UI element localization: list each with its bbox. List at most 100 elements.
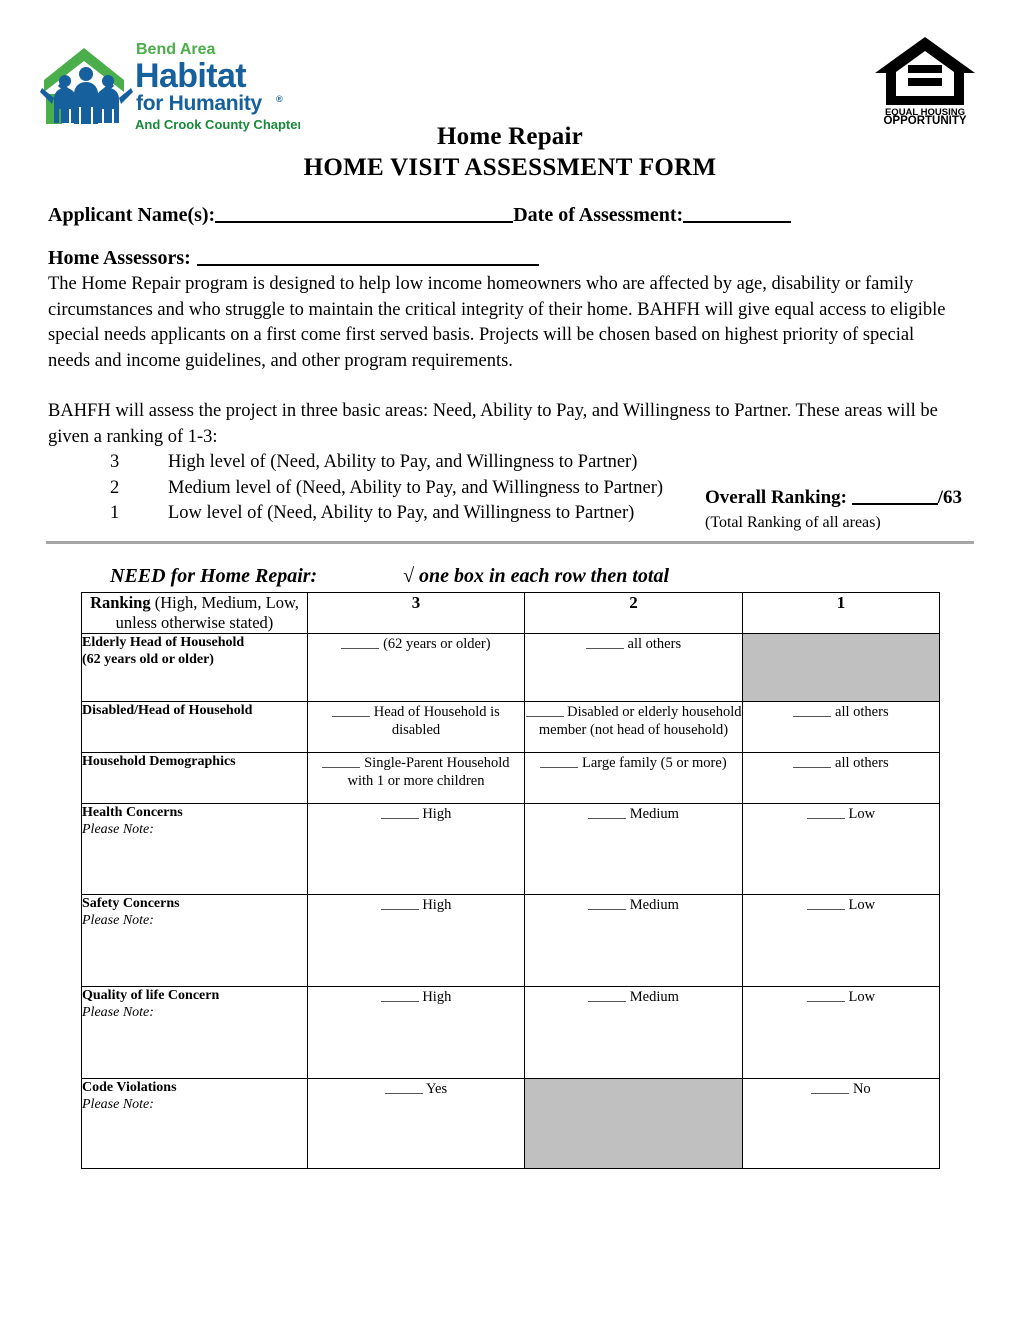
option-cell-rank3[interactable]: (62 years or older) xyxy=(307,633,525,702)
option-text: Medium xyxy=(629,896,679,913)
option-cell-rank2[interactable]: Disabled or elderly household member (no… xyxy=(524,701,743,753)
option-cell-rank3[interactable]: High xyxy=(307,986,525,1079)
table-row: Code Violations Please Note: Yes No xyxy=(81,1078,940,1169)
checkbox-blank[interactable] xyxy=(588,895,627,910)
home-assessors-label: Home Assessors: xyxy=(48,247,191,269)
checkbox-blank[interactable] xyxy=(806,895,845,910)
need-assessment-table: Ranking (High, Medium, Low, unless other… xyxy=(81,592,940,1169)
checkbox-blank[interactable] xyxy=(380,987,419,1002)
header-band: Bend Area Habitat for Humanity ® And Cro… xyxy=(0,0,1020,132)
option-cell-rank2[interactable]: Medium xyxy=(524,986,743,1079)
option-cell-rank1[interactable]: No xyxy=(742,1078,940,1169)
date-of-assessment-label: Date of Assessment: xyxy=(513,204,684,226)
svg-text:®: ® xyxy=(276,94,283,104)
equal-housing-opportunity-logo: EQUAL HOUSING OPPORTUNITY xyxy=(872,33,978,125)
applicant-name-input[interactable] xyxy=(215,201,514,223)
ranking-key-item: 3 High level of (Need, Ability to Pay, a… xyxy=(110,450,960,476)
checkbox-blank[interactable] xyxy=(525,702,564,717)
please-note-label[interactable]: Please Note: xyxy=(82,912,307,929)
row-label-line1: Disabled/Head of Household xyxy=(82,703,253,718)
home-assessors-row: Home Assessors: xyxy=(48,243,978,273)
overall-ranking-max: /63 xyxy=(937,487,963,508)
page-title: Home Repair HOME VISIT ASSESSMENT FORM xyxy=(0,122,1020,184)
please-note-label[interactable]: Please Note: xyxy=(82,1004,307,1021)
header-cell-2: 2 xyxy=(524,592,743,634)
option-cell-rank3[interactable]: Yes xyxy=(307,1078,525,1169)
svg-text:Bend Area: Bend Area xyxy=(136,41,216,58)
option-cell-rank2[interactable]: all others xyxy=(524,633,743,702)
overall-ranking-label: Overall Ranking: xyxy=(705,487,847,508)
row-label-safety-concerns: Safety Concerns Please Note: xyxy=(81,894,308,987)
option-cell-rank2[interactable]: Medium xyxy=(524,803,743,895)
table-row: Quality of life Concern Please Note: Hig… xyxy=(81,986,940,1079)
row-label-health-concerns: Health Concerns Please Note: xyxy=(81,803,308,895)
checkbox-blank[interactable] xyxy=(322,753,361,768)
option-text: Low xyxy=(848,805,876,822)
please-note-label[interactable]: Please Note: xyxy=(82,1096,307,1113)
row-label-line1: Elderly Head of Household xyxy=(82,635,245,650)
checkbox-blank[interactable] xyxy=(806,804,845,819)
option-text: High xyxy=(422,988,452,1005)
checkbox-blank[interactable] xyxy=(384,1079,423,1094)
option-cell-rank3[interactable]: High xyxy=(307,803,525,895)
row-label-line1: Quality of life Concern xyxy=(82,988,220,1003)
checkbox-blank[interactable] xyxy=(811,1079,850,1094)
option-cell-rank2-disabled xyxy=(524,1078,743,1169)
ranking-key-text: Medium level of (Need, Ability to Pay, a… xyxy=(168,477,664,498)
need-section-instruction: √ one box in each row then total xyxy=(403,565,670,587)
checkbox-blank[interactable] xyxy=(540,753,579,768)
option-text: Medium xyxy=(629,805,679,822)
option-text: Medium xyxy=(629,988,679,1005)
option-cell-rank1[interactable]: Low xyxy=(742,986,940,1079)
option-cell-rank1[interactable]: all others xyxy=(742,701,940,753)
row-label-code-violations: Code Violations Please Note: xyxy=(81,1078,308,1169)
option-cell-rank2[interactable]: Large family (5 or more) xyxy=(524,752,743,804)
checkbox-blank[interactable] xyxy=(588,804,627,819)
table-row: Safety Concerns Please Note: High Medium… xyxy=(81,894,940,987)
checkbox-blank[interactable] xyxy=(380,804,419,819)
checkbox-blank[interactable] xyxy=(585,634,624,649)
home-assessors-input[interactable] xyxy=(196,244,539,266)
ranking-key-text: High level of (Need, Ability to Pay, and… xyxy=(168,452,638,472)
option-cell-rank3[interactable]: Head of Household is disabled xyxy=(307,701,525,753)
need-section-caption: NEED for Home Repair: √ one box in each r… xyxy=(110,565,970,588)
option-text: Single-Parent Household with 1 or more c… xyxy=(347,754,510,789)
header-ranking-bold: Ranking xyxy=(90,593,151,612)
row-label-elderly-head-of-household: Elderly Head of Household (62 years old … xyxy=(81,633,308,702)
row-label-line2: (62 years old or older) xyxy=(82,652,214,667)
option-cell-rank1[interactable]: all others xyxy=(742,752,940,804)
need-section-title: NEED for Home Repair: xyxy=(110,565,318,587)
row-label-disabled-head-of-household: Disabled/Head of Household xyxy=(81,701,308,753)
bend-area-habitat-for-humanity-logo: Bend Area Habitat for Humanity ® And Cro… xyxy=(40,34,300,134)
svg-text:for Humanity: for Humanity xyxy=(136,92,263,115)
table-row: Health Concerns Please Note: High Medium… xyxy=(81,803,940,895)
checkbox-blank[interactable] xyxy=(341,634,380,649)
table-row: Disabled/Head of Household Head of House… xyxy=(81,701,940,753)
option-cell-rank1[interactable]: Low xyxy=(742,803,940,895)
option-text: Low xyxy=(848,988,876,1005)
option-cell-rank2[interactable]: Medium xyxy=(524,894,743,987)
checkbox-blank[interactable] xyxy=(793,702,832,717)
option-text: all others xyxy=(627,635,682,652)
applicant-and-date-row: Applicant Name(s): Date of Assessment: xyxy=(48,200,978,230)
checkbox-blank[interactable] xyxy=(380,895,419,910)
row-label-household-demographics: Household Demographics xyxy=(81,752,308,804)
ranking-key-number: 2 xyxy=(110,477,120,498)
please-note-label[interactable]: Please Note: xyxy=(82,821,307,838)
option-text: (62 years or older) xyxy=(383,635,491,652)
date-of-assessment-input[interactable] xyxy=(683,201,792,223)
checkbox-blank[interactable] xyxy=(793,753,832,768)
checkbox-blank[interactable] xyxy=(332,702,371,717)
ranking-key-number: 1 xyxy=(110,503,120,523)
overall-ranking-note: (Total Ranking of all areas) xyxy=(705,514,881,531)
checkbox-blank[interactable] xyxy=(806,987,845,1002)
option-cell-rank3[interactable]: Single-Parent Household with 1 or more c… xyxy=(307,752,525,804)
option-cell-rank1[interactable]: Low xyxy=(742,894,940,987)
overall-ranking-input[interactable] xyxy=(851,484,938,505)
option-text: all others xyxy=(835,703,889,720)
option-text: High xyxy=(422,805,452,822)
checkbox-blank[interactable] xyxy=(588,987,627,1002)
option-cell-rank3[interactable]: High xyxy=(307,894,525,987)
header-cell-1: 1 xyxy=(742,592,940,634)
ranking-key-text: Low level of (Need, Ability to Pay, and … xyxy=(168,503,635,523)
